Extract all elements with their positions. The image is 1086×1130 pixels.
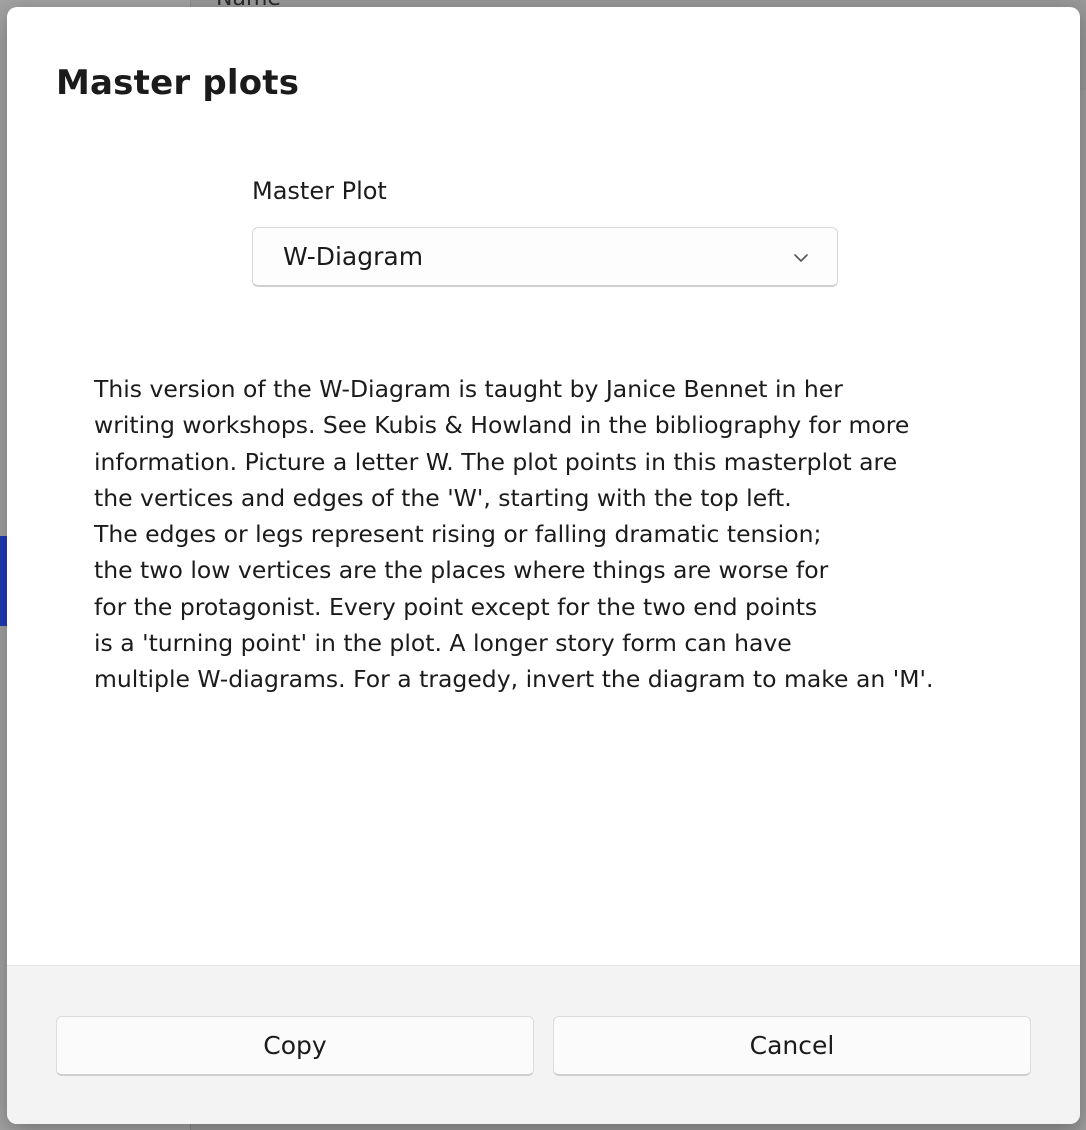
master-plot-dropdown[interactable]: W-Diagram: [252, 227, 838, 287]
description-line: the two low vertices are the places wher…: [94, 556, 829, 585]
description-line: is a 'turning point' in the plot. A long…: [94, 629, 792, 658]
master-plot-label: Master Plot: [252, 177, 387, 205]
description-line: the vertices and edges of the 'W', start…: [94, 483, 792, 512]
dialog-title: Master plots: [56, 63, 300, 103]
description-line: multiple W-diagrams. For a tragedy, inve…: [94, 665, 934, 694]
background-right-panel: [1080, 90, 1086, 1130]
cancel-button[interactable]: Cancel: [553, 1016, 1031, 1076]
copy-button[interactable]: Copy: [56, 1016, 534, 1076]
description-line: This version of the W-Diagram is taught …: [94, 375, 843, 403]
dialog-footer: Copy Cancel: [7, 965, 1080, 1124]
master-plots-dialog: Master plots Master Plot W-Diagram This …: [7, 7, 1080, 1124]
description-line: information. Picture a letter W. The plo…: [94, 447, 898, 476]
description-line: The edges or legs represent rising or fa…: [94, 520, 822, 549]
description-line: for the protagonist. Every point except …: [94, 592, 818, 621]
master-plot-description: This version of the W-Diagram is taught …: [94, 371, 994, 698]
description-line: writing workshops. See Kubis & Howland i…: [94, 411, 910, 440]
master-plot-selected-value: W-Diagram: [283, 242, 424, 271]
chevron-down-icon: [791, 248, 811, 268]
